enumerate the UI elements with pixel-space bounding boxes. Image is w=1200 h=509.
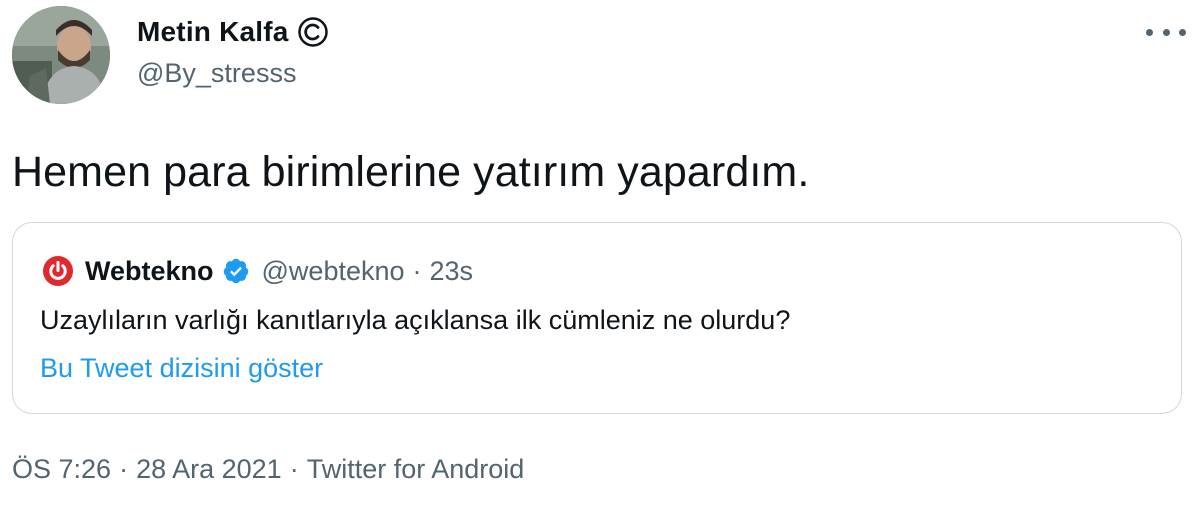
quoted-tweet-text: Uzaylıların varlığı kanıtlarıyla açıklan…: [40, 305, 791, 335]
tweet-meta: ÖS 7:26 · 28 Ara 2021 · Twitter for Android: [12, 454, 524, 485]
tweet-date[interactable]: 28 Ara 2021: [136, 454, 282, 484]
verified-badge-icon: [222, 257, 250, 285]
power-logo-icon: [43, 256, 73, 286]
more-dot: [1179, 28, 1186, 36]
header-separator: ·: [412, 255, 422, 286]
more-horizontal-icon[interactable]: [1146, 20, 1186, 44]
quoted-tweet-header: Webtekno @webtekno · 23s: [43, 253, 473, 289]
meta-separator: ·: [119, 454, 129, 484]
tweet-source[interactable]: Twitter for Android: [307, 454, 525, 484]
tweet-text: Hemen para birimlerine yatırım yapardım.: [12, 148, 810, 196]
tweet-time[interactable]: ÖS 7:26: [12, 454, 111, 484]
quoted-author-handle[interactable]: @webtekno: [262, 256, 405, 287]
more-dot: [1162, 28, 1170, 36]
copyright-icon: [297, 16, 329, 48]
author-name-row: Metin Kalfa: [137, 12, 329, 52]
author-handle[interactable]: @By_stresss: [137, 58, 296, 89]
quoted-tweet-time[interactable]: 23s: [430, 256, 474, 287]
meta-separator: ·: [289, 454, 299, 484]
avatar[interactable]: [12, 6, 110, 104]
avatar-photo: [12, 6, 110, 104]
quoted-author-name[interactable]: Webtekno: [85, 256, 214, 287]
author-display-name[interactable]: Metin Kalfa: [137, 16, 289, 48]
quoted-tweet-card[interactable]: Webtekno @webtekno · 23s Uzaylıların var…: [12, 222, 1182, 414]
show-thread-link[interactable]: Bu Tweet dizisini göster: [40, 353, 323, 384]
more-dot: [1146, 28, 1153, 36]
